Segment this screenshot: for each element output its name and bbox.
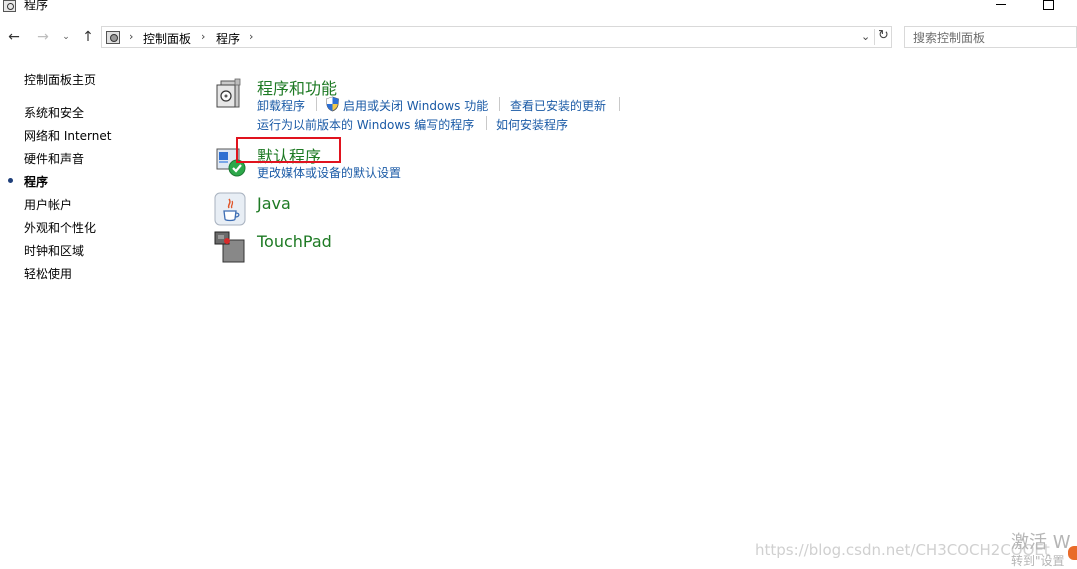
breadcrumb-chevron-icon[interactable]: ›: [201, 30, 205, 43]
link-divider: [499, 97, 500, 111]
title-bar: 程序: [0, 0, 1077, 14]
maximize-icon[interactable]: [1043, 0, 1054, 10]
breadcrumb-programs[interactable]: 程序: [216, 30, 240, 47]
search-input[interactable]: [905, 28, 1076, 48]
java-icon[interactable]: [214, 192, 246, 226]
uninstall-program-link[interactable]: 卸载程序: [257, 97, 305, 114]
back-button[interactable]: ←: [5, 28, 23, 46]
uac-shield-icon: [326, 96, 339, 112]
programs-features-icon[interactable]: [215, 77, 243, 109]
breadcrumb-control-panel[interactable]: 控制面板: [143, 30, 191, 47]
how-to-install-link[interactable]: 如何安装程序: [496, 116, 568, 133]
csdn-logo-icon: [1068, 546, 1077, 560]
sidebar-item-appearance[interactable]: 外观和个性化: [24, 219, 96, 236]
breadcrumb-chevron-icon[interactable]: ›: [129, 30, 133, 43]
installed-updates-link[interactable]: 查看已安装的更新: [510, 97, 606, 114]
control-panel-icon: [3, 0, 16, 12]
sidebar-item-system-security[interactable]: 系统和安全: [24, 104, 84, 121]
sidebar-item-ease-of-access[interactable]: 轻松使用: [24, 265, 72, 282]
control-panel-window: 程序 ← → ⌄ ↑ › 控制面板 › 程序 › ⌄ ↻ 控制面板主页 系统和安…: [0, 0, 1077, 569]
forward-button[interactable]: →: [34, 28, 52, 46]
highlight-annotation-box: [236, 137, 341, 163]
window-title: 程序: [24, 0, 49, 12]
address-divider: [874, 29, 875, 45]
sidebar-item-hardware-sound[interactable]: 硬件和声音: [24, 150, 84, 167]
csdn-watermark-url: https://blog.csdn.net/CH3COCH2COOEt: [755, 541, 1050, 559]
breadcrumb-chevron-icon[interactable]: ›: [249, 30, 253, 43]
search-box[interactable]: [904, 26, 1077, 48]
sidebar-item-clock-region[interactable]: 时钟和区域: [24, 242, 84, 259]
link-divider: [316, 97, 317, 111]
active-bullet-icon: [8, 178, 13, 183]
address-dropdown-icon[interactable]: ⌄: [861, 30, 870, 43]
sidebar-item-user-accounts[interactable]: 用户帐户: [24, 196, 72, 213]
touchpad-title[interactable]: TouchPad: [257, 232, 332, 251]
activate-windows-watermark: 激活 W: [1011, 532, 1071, 553]
address-bar[interactable]: › 控制面板 › 程序 › ⌄ ↻: [101, 26, 892, 48]
control-panel-home-link[interactable]: 控制面板主页: [24, 71, 96, 88]
compatibility-programs-link[interactable]: 运行为以前版本的 Windows 编写的程序: [257, 116, 474, 133]
control-panel-icon: [106, 31, 120, 44]
change-default-settings-link[interactable]: 更改媒体或设备的默认设置: [257, 164, 401, 181]
recent-locations-button[interactable]: ⌄: [60, 28, 72, 46]
touchpad-icon[interactable]: [214, 230, 246, 264]
windows-features-link[interactable]: 启用或关闭 Windows 功能: [343, 97, 488, 114]
activate-windows-subtext: 转到"设置: [1011, 554, 1065, 568]
java-title[interactable]: Java: [257, 194, 291, 213]
minimize-icon[interactable]: [996, 4, 1006, 5]
sidebar-item-network-internet[interactable]: 网络和 Internet: [24, 127, 111, 144]
link-divider: [486, 116, 487, 130]
sidebar-item-programs[interactable]: 程序: [24, 173, 48, 190]
refresh-icon[interactable]: ↻: [878, 28, 889, 43]
up-button[interactable]: ↑: [79, 28, 97, 46]
link-divider: [619, 97, 620, 111]
